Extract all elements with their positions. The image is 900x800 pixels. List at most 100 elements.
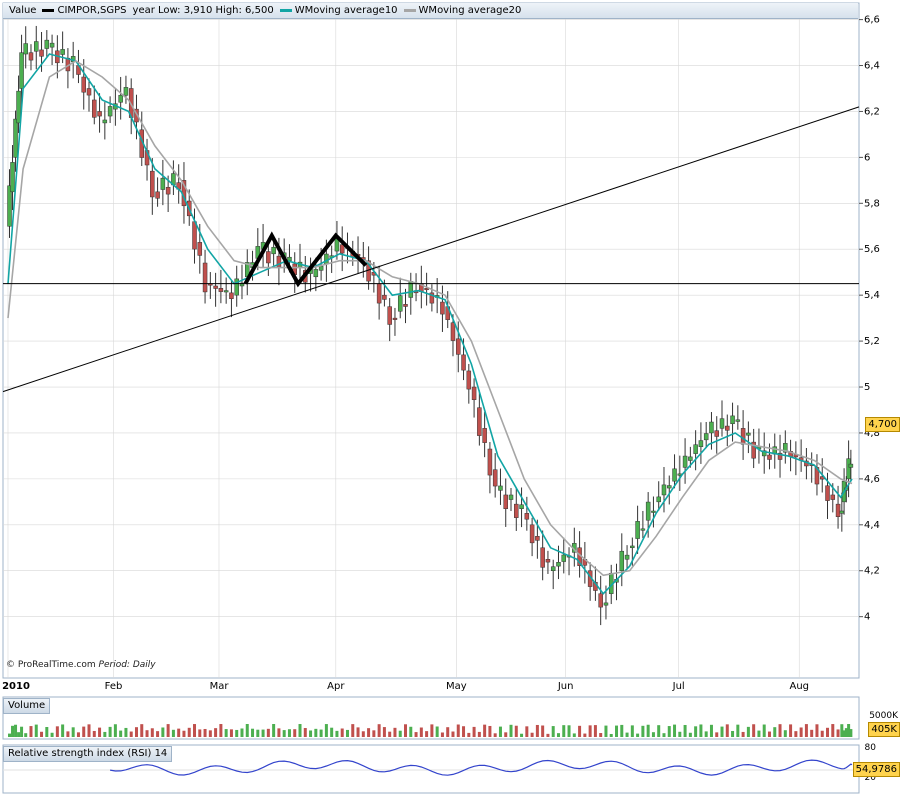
volume-bar [488, 725, 492, 737]
volume-bar [330, 727, 334, 737]
volume-bar [820, 730, 824, 737]
volume-bar [757, 730, 761, 737]
candle-body [155, 191, 160, 199]
x-tick-label: Apr [327, 681, 345, 692]
volume-bar [746, 726, 750, 737]
candle-body [39, 49, 44, 57]
volume-bar [82, 726, 86, 737]
volume-bar [593, 725, 597, 737]
volume-bar [108, 726, 112, 737]
candle-body [13, 118, 18, 158]
volume-bar [245, 724, 249, 737]
volume-bar [388, 731, 392, 737]
volume-panel-title[interactable]: Volume [3, 698, 51, 714]
volume-bar [282, 730, 286, 737]
volume-bar [778, 724, 782, 737]
volume-bar [673, 724, 677, 737]
candle-body [598, 593, 603, 608]
volume-bar [198, 729, 202, 737]
legend-ma20: WMoving average20 [403, 5, 521, 16]
volume-bar [588, 725, 592, 737]
candle-body [218, 288, 224, 292]
volume-bar [826, 727, 830, 737]
volume-bar [752, 724, 756, 737]
volume-bar [261, 729, 265, 737]
volume-bar [272, 724, 276, 737]
volume-bar [351, 724, 355, 737]
volume-bar [298, 724, 302, 737]
volume-bar [578, 725, 582, 737]
x-tick-label: Mar [210, 681, 230, 692]
volume-bar [398, 730, 402, 737]
candle-body [651, 510, 656, 513]
candle-body [102, 119, 108, 124]
volume-tick-top: 5000K [869, 711, 898, 721]
candle-body [318, 265, 324, 271]
rsi-panel-title[interactable]: Relative strength index (RSI) 14 [3, 746, 173, 762]
volume-bar [45, 727, 49, 737]
volume-bar [688, 732, 692, 737]
volume-bar [177, 728, 181, 737]
volume-bar [340, 728, 344, 737]
candle-body [287, 256, 292, 261]
candle-body [645, 501, 651, 521]
volume-bar [129, 731, 133, 737]
x-tick-label: 2010 [2, 681, 30, 692]
volume-bar [277, 728, 281, 737]
candle-body [688, 456, 693, 461]
candle-body [529, 524, 535, 544]
volume-bar [467, 732, 471, 737]
candle-body [709, 421, 714, 434]
volume-bar [799, 727, 803, 737]
legend-value-label: Value [9, 5, 37, 16]
volume-bar [161, 727, 165, 737]
volume-bar [583, 733, 587, 737]
ma10-swatch-icon [279, 8, 292, 12]
candle-body [725, 425, 730, 431]
candle-body [229, 292, 234, 299]
candle-body [403, 304, 408, 307]
volume-bar [303, 728, 307, 737]
volume-bar [182, 730, 186, 737]
candle-body [767, 454, 772, 460]
candle-body [630, 545, 635, 549]
volume-bar [514, 725, 518, 737]
volume-bar [789, 724, 793, 737]
volume-bar [704, 731, 708, 737]
candle-body [830, 494, 836, 500]
last-price-tag: 4,700 [865, 417, 900, 432]
volume-bar [251, 728, 255, 737]
candle-body [735, 419, 741, 422]
candle-body [624, 554, 630, 560]
volume-bar [599, 733, 603, 737]
candle-body [313, 269, 319, 278]
stock-chart[interactable]: 6,66,46,265,85,65,45,254,84,64,44,24 201… [0, 0, 900, 800]
volume-bar [287, 729, 291, 737]
candle-body [213, 285, 218, 289]
volume-bar [783, 730, 787, 737]
volume-bar [8, 733, 12, 737]
candle-body [746, 432, 751, 436]
volume-bar [556, 733, 560, 737]
candle-body [693, 444, 698, 454]
volume-bar [646, 724, 650, 737]
y-tick-label: 5,2 [864, 336, 880, 347]
volume-bar [509, 724, 513, 737]
volume-bar [694, 726, 698, 737]
candle-body [28, 52, 34, 61]
volume-bar [535, 724, 539, 737]
volume-bar [709, 724, 713, 737]
volume-bar [615, 725, 619, 737]
period-label: Period: [98, 660, 130, 670]
volume-bar [720, 726, 724, 737]
volume-bar [725, 724, 729, 737]
candle-body [619, 550, 625, 571]
candle-body [556, 562, 561, 567]
y-tick-label: 5,4 [864, 290, 880, 301]
chart-legend: Value CIMPOR,SGPS year Low: 3,910 High: … [3, 3, 858, 19]
volume-bar [314, 728, 318, 737]
volume-bar [815, 724, 819, 737]
volume-bar [504, 732, 508, 737]
candle-body [698, 440, 704, 447]
volume-bar [767, 731, 771, 737]
